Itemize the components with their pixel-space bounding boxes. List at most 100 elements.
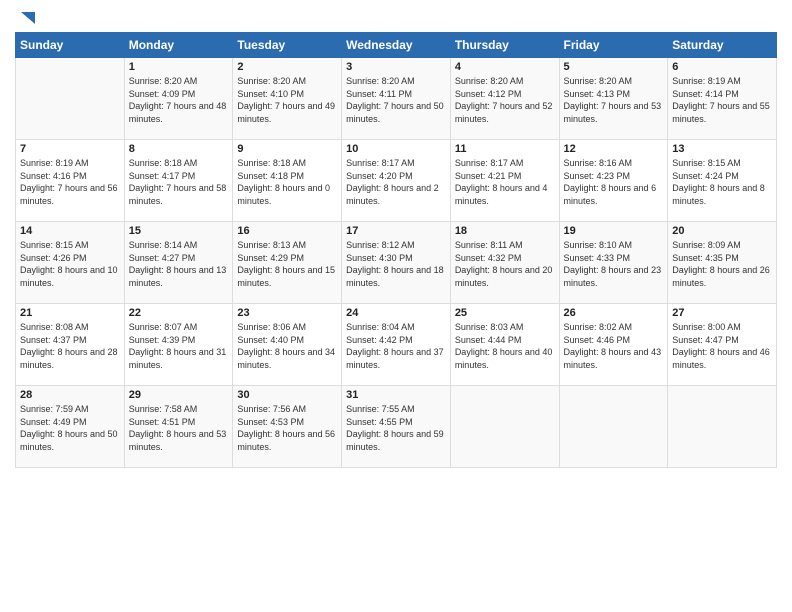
day-number: 16 — [237, 225, 337, 237]
calendar-cell: 19 Sunrise: 8:10 AMSunset: 4:33 PMDayligh… — [559, 222, 668, 304]
day-number: 25 — [455, 307, 555, 319]
calendar-cell: 8 Sunrise: 8:18 AMSunset: 4:17 PMDaylight… — [124, 140, 233, 222]
calendar-cell: 7 Sunrise: 8:19 AMSunset: 4:16 PMDaylight… — [16, 140, 125, 222]
day-number: 22 — [129, 307, 229, 319]
cell-info: Sunrise: 8:06 AMSunset: 4:40 PMDaylight:… — [237, 322, 335, 370]
cell-info: Sunrise: 7:59 AMSunset: 4:49 PMDaylight:… — [20, 404, 118, 452]
day-number: 2 — [237, 61, 337, 73]
calendar-cell: 6 Sunrise: 8:19 AMSunset: 4:14 PMDaylight… — [668, 58, 777, 140]
day-number: 15 — [129, 225, 229, 237]
header-row: SundayMondayTuesdayWednesdayThursdayFrid… — [16, 33, 777, 58]
day-number: 3 — [346, 61, 446, 73]
day-number: 19 — [564, 225, 664, 237]
day-number: 23 — [237, 307, 337, 319]
calendar-cell — [16, 58, 125, 140]
cell-info: Sunrise: 8:19 AMSunset: 4:16 PMDaylight:… — [20, 158, 118, 206]
cell-info: Sunrise: 7:56 AMSunset: 4:53 PMDaylight:… — [237, 404, 335, 452]
day-header-monday: Monday — [124, 33, 233, 58]
day-number: 9 — [237, 143, 337, 155]
cell-info: Sunrise: 8:04 AMSunset: 4:42 PMDaylight:… — [346, 322, 444, 370]
day-number: 29 — [129, 389, 229, 401]
cell-info: Sunrise: 8:20 AMSunset: 4:10 PMDaylight:… — [237, 76, 335, 124]
cell-info: Sunrise: 8:20 AMSunset: 4:11 PMDaylight:… — [346, 76, 444, 124]
cell-info: Sunrise: 7:55 AMSunset: 4:55 PMDaylight:… — [346, 404, 444, 452]
cell-info: Sunrise: 8:20 AMSunset: 4:12 PMDaylight:… — [455, 76, 553, 124]
calendar-cell: 26 Sunrise: 8:02 AMSunset: 4:46 PMDayligh… — [559, 304, 668, 386]
cell-info: Sunrise: 8:19 AMSunset: 4:14 PMDaylight:… — [672, 76, 770, 124]
cell-info: Sunrise: 7:58 AMSunset: 4:51 PMDaylight:… — [129, 404, 227, 452]
calendar-cell: 3 Sunrise: 8:20 AMSunset: 4:11 PMDaylight… — [342, 58, 451, 140]
cell-info: Sunrise: 8:20 AMSunset: 4:13 PMDaylight:… — [564, 76, 662, 124]
calendar-cell: 23 Sunrise: 8:06 AMSunset: 4:40 PMDayligh… — [233, 304, 342, 386]
calendar-cell: 12 Sunrise: 8:16 AMSunset: 4:23 PMDayligh… — [559, 140, 668, 222]
cell-info: Sunrise: 8:20 AMSunset: 4:09 PMDaylight:… — [129, 76, 227, 124]
day-number: 12 — [564, 143, 664, 155]
day-number: 6 — [672, 61, 772, 73]
calendar-cell: 16Sunrise: 8:13 AMSunset: 4:29 PMDayligh… — [233, 222, 342, 304]
cell-info: Sunrise: 8:02 AMSunset: 4:46 PMDaylight:… — [564, 322, 662, 370]
calendar-cell: 29 Sunrise: 7:58 AMSunset: 4:51 PMDayligh… — [124, 386, 233, 468]
cell-info: Sunrise: 8:08 AMSunset: 4:37 PMDaylight:… — [20, 322, 118, 370]
day-number: 24 — [346, 307, 446, 319]
logo — [15, 10, 35, 24]
calendar-cell: 14Sunrise: 8:15 AMSunset: 4:26 PMDayligh… — [16, 222, 125, 304]
header — [15, 10, 777, 24]
calendar-cell — [668, 386, 777, 468]
day-number: 13 — [672, 143, 772, 155]
calendar-cell: 21 Sunrise: 8:08 AMSunset: 4:37 PMDayligh… — [16, 304, 125, 386]
day-number: 10 — [346, 143, 446, 155]
calendar-cell: 1 Sunrise: 8:20 AMSunset: 4:09 PMDaylight… — [124, 58, 233, 140]
calendar-cell: 30 Sunrise: 7:56 AMSunset: 4:53 PMDayligh… — [233, 386, 342, 468]
day-number: 7 — [20, 143, 120, 155]
calendar-cell: 28 Sunrise: 7:59 AMSunset: 4:49 PMDayligh… — [16, 386, 125, 468]
cell-info: Sunrise: 8:16 AMSunset: 4:23 PMDaylight:… — [564, 158, 657, 206]
day-number: 28 — [20, 389, 120, 401]
day-header-friday: Friday — [559, 33, 668, 58]
calendar-cell: 20Sunrise: 8:09 AMSunset: 4:35 PMDayligh… — [668, 222, 777, 304]
week-row-5: 28 Sunrise: 7:59 AMSunset: 4:49 PMDayligh… — [16, 386, 777, 468]
day-number: 14 — [20, 225, 120, 237]
calendar-cell: 27Sunrise: 8:00 AMSunset: 4:47 PMDayligh… — [668, 304, 777, 386]
calendar-cell: 4 Sunrise: 8:20 AMSunset: 4:12 PMDaylight… — [450, 58, 559, 140]
day-number: 4 — [455, 61, 555, 73]
week-row-4: 21 Sunrise: 8:08 AMSunset: 4:37 PMDayligh… — [16, 304, 777, 386]
week-row-1: 1 Sunrise: 8:20 AMSunset: 4:09 PMDaylight… — [16, 58, 777, 140]
cell-info: Sunrise: 8:09 AMSunset: 4:35 PMDaylight:… — [672, 240, 770, 288]
calendar-cell: 15 Sunrise: 8:14 AMSunset: 4:27 PMDayligh… — [124, 222, 233, 304]
calendar-cell — [559, 386, 668, 468]
day-number: 5 — [564, 61, 664, 73]
day-header-tuesday: Tuesday — [233, 33, 342, 58]
day-header-wednesday: Wednesday — [342, 33, 451, 58]
day-number: 27 — [672, 307, 772, 319]
calendar-table: SundayMondayTuesdayWednesdayThursdayFrid… — [15, 32, 777, 468]
cell-info: Sunrise: 8:18 AMSunset: 4:17 PMDaylight:… — [129, 158, 227, 206]
cell-info: Sunrise: 8:11 AMSunset: 4:32 PMDaylight:… — [455, 240, 553, 288]
cell-info: Sunrise: 8:10 AMSunset: 4:33 PMDaylight:… — [564, 240, 662, 288]
calendar-cell: 10 Sunrise: 8:17 AMSunset: 4:20 PMDayligh… — [342, 140, 451, 222]
calendar-cell: 11 Sunrise: 8:17 AMSunset: 4:21 PMDayligh… — [450, 140, 559, 222]
day-number: 21 — [20, 307, 120, 319]
calendar-cell: 22 Sunrise: 8:07 AMSunset: 4:39 PMDayligh… — [124, 304, 233, 386]
week-row-2: 7 Sunrise: 8:19 AMSunset: 4:16 PMDaylight… — [16, 140, 777, 222]
cell-info: Sunrise: 8:14 AMSunset: 4:27 PMDaylight:… — [129, 240, 227, 288]
day-number: 17 — [346, 225, 446, 237]
cell-info: Sunrise: 8:17 AMSunset: 4:20 PMDaylight:… — [346, 158, 439, 206]
calendar-cell: 24 Sunrise: 8:04 AMSunset: 4:42 PMDayligh… — [342, 304, 451, 386]
cell-info: Sunrise: 8:03 AMSunset: 4:44 PMDaylight:… — [455, 322, 553, 370]
calendar-cell: 31 Sunrise: 7:55 AMSunset: 4:55 PMDayligh… — [342, 386, 451, 468]
day-number: 18 — [455, 225, 555, 237]
calendar-cell: 2 Sunrise: 8:20 AMSunset: 4:10 PMDaylight… — [233, 58, 342, 140]
cell-info: Sunrise: 8:17 AMSunset: 4:21 PMDaylight:… — [455, 158, 548, 206]
calendar-cell: 13 Sunrise: 8:15 AMSunset: 4:24 PMDayligh… — [668, 140, 777, 222]
day-number: 31 — [346, 389, 446, 401]
day-number: 11 — [455, 143, 555, 155]
day-number: 1 — [129, 61, 229, 73]
day-number: 30 — [237, 389, 337, 401]
day-header-thursday: Thursday — [450, 33, 559, 58]
cell-info: Sunrise: 8:15 AMSunset: 4:24 PMDaylight:… — [672, 158, 765, 206]
day-number: 26 — [564, 307, 664, 319]
calendar-cell — [450, 386, 559, 468]
day-number: 8 — [129, 143, 229, 155]
calendar-cell: 9Sunrise: 8:18 AMSunset: 4:18 PMDaylight… — [233, 140, 342, 222]
cell-info: Sunrise: 8:07 AMSunset: 4:39 PMDaylight:… — [129, 322, 227, 370]
